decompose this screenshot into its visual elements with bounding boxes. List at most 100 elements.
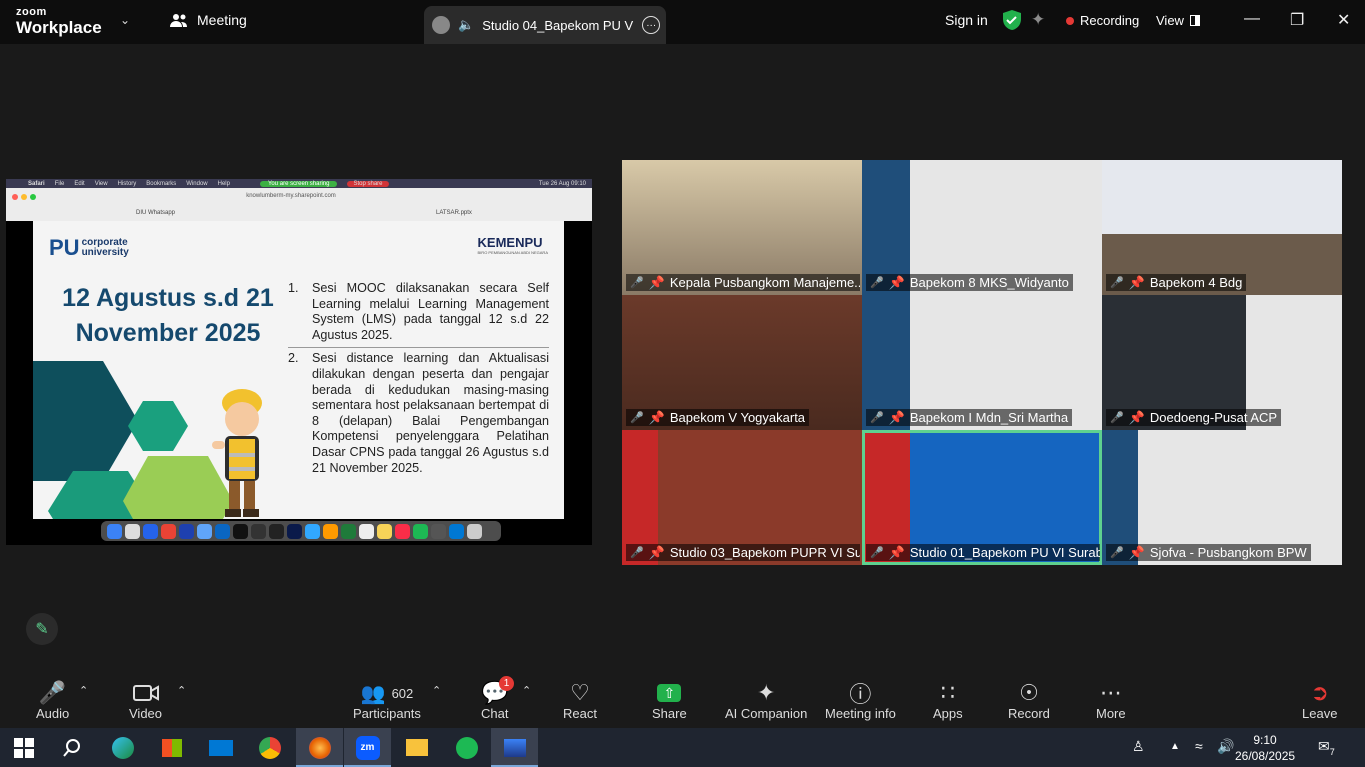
- people-tray-icon[interactable]: ♙: [1132, 738, 1145, 755]
- participant-name-label: 🎤 📌 Studio 03_Bapekom PUPR VI Sur...: [626, 544, 860, 561]
- video-tile[interactable]: 🎤 📌 Bapekom V Yogyakarta: [622, 295, 862, 430]
- sign-in-link[interactable]: Sign in: [945, 12, 988, 28]
- kemenpu-subtext: BIRO PEMBANGUNAN ABDI NEGARA: [477, 250, 548, 255]
- apps-icon: ∷: [940, 680, 955, 705]
- tab-title: Studio 04_Bapekom PU VI Su: [482, 17, 634, 33]
- notifications-icon[interactable]: ✉7: [1318, 738, 1335, 757]
- brand-line2: Workplace: [16, 18, 102, 37]
- ai-sparkle-icon: ✦: [756, 680, 776, 705]
- participant-name-label: 🎤 📌 Kepala Pusbangkom Manajeme...: [626, 274, 860, 291]
- participants-button[interactable]: 👥 602 Participants: [353, 680, 421, 722]
- info-icon: ⓘ: [849, 682, 872, 707]
- more-options-icon[interactable]: ···: [642, 16, 661, 34]
- pin-icon: 📌: [648, 409, 665, 425]
- record-dot-icon: [1066, 16, 1074, 25]
- muted-mic-icon: 🎤: [1110, 277, 1124, 289]
- participants-label: Participants: [353, 706, 421, 721]
- ai-companion-button[interactable]: ✦ AI Companion: [725, 680, 807, 721]
- wifi-icon[interactable]: ≈: [1195, 738, 1203, 754]
- video-tile[interactable]: 🎤 📌 Doedoeng-Pusat ACP: [1102, 295, 1342, 430]
- zoom-workplace-logo[interactable]: zoom Workplace: [16, 7, 102, 37]
- video-label: Video: [129, 706, 163, 721]
- file-explorer-icon[interactable]: [393, 728, 440, 767]
- participant-name: Sjofva - Pusbangkom BPW: [1149, 545, 1307, 560]
- logo-pu: PU: [49, 235, 80, 260]
- audio-options-caret-icon[interactable]: ⌃: [79, 684, 88, 697]
- participants-icon: 👥 602: [360, 682, 414, 705]
- participant-name: Studio 01_Bapekom PU VI Surabaya: [909, 545, 1100, 560]
- video-tile[interactable]: 🎤 📌 Bapekom 4 Bdg: [1102, 160, 1342, 295]
- pin-icon: 📌: [888, 544, 905, 560]
- photos-icon[interactable]: [491, 728, 538, 767]
- search-icon[interactable]: [48, 728, 95, 767]
- participant-name: Bapekom I Mdn_Sri Martha: [909, 410, 1069, 425]
- chevron-down-icon[interactable]: ⌄: [120, 13, 130, 27]
- leave-label: Leave: [1302, 706, 1338, 721]
- record-button[interactable]: ☉ Record: [1008, 680, 1050, 721]
- edge-icon[interactable]: [99, 728, 146, 767]
- list-number: 1.: [288, 281, 299, 295]
- firefox-icon[interactable]: [296, 728, 343, 767]
- recording-label: Recording: [1080, 13, 1140, 28]
- shared-screen: Safari File Edit View History Bookmarks …: [6, 179, 592, 545]
- muted-mic-icon: 🎤: [1110, 412, 1124, 424]
- people-icon: [170, 14, 187, 27]
- meeting-tab-button[interactable]: Meeting: [170, 12, 247, 28]
- pu-corporate-university-logo: PU corporate university: [49, 235, 129, 261]
- muted-mic-icon: 🎤: [870, 412, 884, 424]
- slide-list: 1. Sesi MOOC dilaksanakan secara Self Le…: [288, 281, 549, 476]
- sparkle-icon[interactable]: ✦: [1031, 10, 1045, 30]
- pin-icon: 📌: [648, 544, 665, 560]
- more-label: More: [1096, 706, 1126, 721]
- share-button[interactable]: ⇧ Share: [652, 680, 687, 721]
- store-icon[interactable]: [148, 728, 195, 767]
- mail-icon[interactable]: [197, 728, 244, 767]
- react-button[interactable]: ♡ React: [563, 680, 597, 721]
- volume-icon[interactable]: 🔊: [1217, 738, 1234, 755]
- muted-mic-icon: 🎤: [630, 277, 644, 289]
- view-label: View: [1156, 13, 1184, 28]
- active-speaker-tile[interactable]: 🎤 📌 Studio 01_Bapekom PU VI Surabaya: [862, 430, 1102, 565]
- close-icon[interactable]: ✕: [1337, 10, 1350, 30]
- recording-indicator[interactable]: Recording: [1066, 13, 1139, 28]
- annotate-pencil-icon[interactable]: ✎: [26, 613, 58, 645]
- video-tile[interactable]: 🎤 📌 Bapekom I Mdn_Sri Martha: [862, 295, 1102, 430]
- zoom-window: zoom Workplace ⌄ Meeting 🔈 Studio 04_Bap…: [0, 0, 1365, 728]
- meeting-info-button[interactable]: ⓘ Meeting info: [825, 680, 896, 721]
- more-button[interactable]: ⋯ More: [1096, 680, 1126, 721]
- minimize-icon[interactable]: —: [1244, 10, 1260, 28]
- system-clock[interactable]: 9:10 26/08/2025: [1235, 732, 1295, 764]
- muted-mic-icon: 🎤: [870, 547, 884, 559]
- meeting-window-tab[interactable]: 🔈 Studio 04_Bapekom PU VI Su ···: [424, 6, 666, 44]
- participant-name-label: 🎤 📌 Sjofva - Pusbangkom BPW: [1106, 544, 1311, 561]
- audio-button[interactable]: 🎤 Audio: [36, 680, 69, 721]
- spotify-icon[interactable]: [443, 728, 490, 767]
- participant-name: Bapekom 4 Bdg: [1149, 275, 1243, 290]
- video-gallery: 🎤 📌 Kepala Pusbangkom Manajeme... 🎤 📌 Bapeko…: [622, 160, 1342, 566]
- list-number: 2.: [288, 351, 299, 366]
- video-tile[interactable]: 🎤 📌 Bapekom 8 MKS_Widyanto: [862, 160, 1102, 295]
- show-hidden-icons-chevron-icon[interactable]: ▲: [1170, 741, 1180, 752]
- apps-button[interactable]: ∷ Apps: [933, 680, 963, 721]
- video-tile[interactable]: 🎤 📌 Kepala Pusbangkom Manajeme...: [622, 160, 862, 295]
- view-button[interactable]: View: [1156, 13, 1200, 28]
- chat-unread-badge: 1: [499, 676, 514, 691]
- restore-icon[interactable]: ❐: [1290, 10, 1304, 30]
- participant-name-label: 🎤 📌 Studio 01_Bapekom PU VI Surabaya: [866, 544, 1100, 561]
- speaker-icon: 🔈: [458, 17, 475, 32]
- participants-caret-icon[interactable]: ⌃: [432, 684, 441, 697]
- leave-button[interactable]: ➲ Leave: [1302, 680, 1337, 721]
- menu-item: Safari: [28, 180, 45, 187]
- zoom-app-icon[interactable]: zm: [344, 728, 391, 767]
- title-bar: zoom Workplace ⌄ Meeting 🔈 Studio 04_Bap…: [0, 0, 1365, 44]
- video-tile[interactable]: 🎤 📌 Studio 03_Bapekom PUPR VI Sur...: [622, 430, 862, 565]
- video-button[interactable]: Video: [129, 680, 162, 721]
- video-options-caret-icon[interactable]: ⌃: [177, 684, 186, 697]
- participant-name-label: 🎤 📌 Bapekom V Yogyakarta: [626, 409, 810, 426]
- chrome-icon[interactable]: [246, 728, 293, 767]
- video-tile[interactable]: 🎤 📌 Sjofva - Pusbangkom BPW: [1102, 430, 1342, 565]
- pin-icon: 📌: [1128, 544, 1145, 560]
- chat-caret-icon[interactable]: ⌃: [522, 684, 531, 697]
- windows-start-icon[interactable]: [0, 728, 47, 767]
- shield-icon[interactable]: [1003, 10, 1021, 35]
